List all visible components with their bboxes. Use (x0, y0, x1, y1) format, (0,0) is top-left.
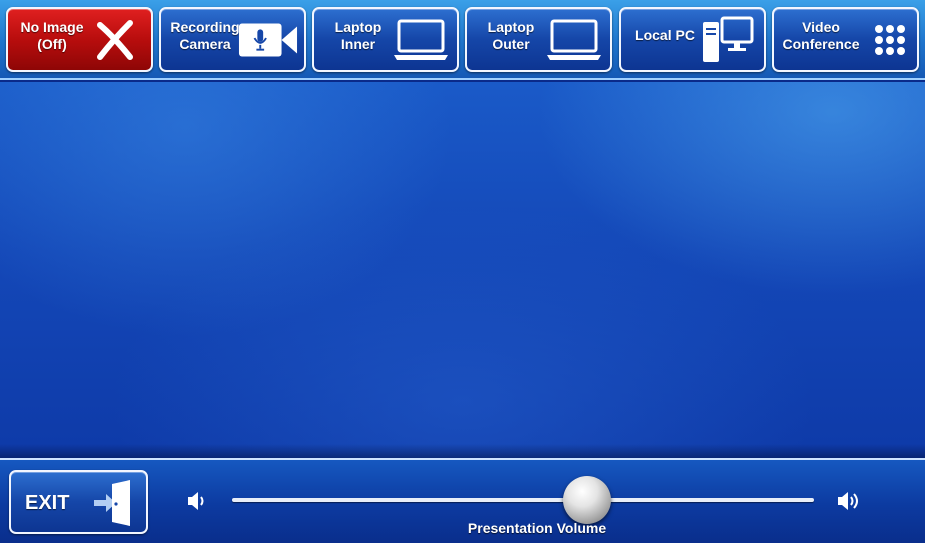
local-pc-button[interactable]: Local PC (619, 7, 766, 72)
no-image-off-label: No Image (Off) (20, 19, 84, 52)
presentation-volume-slider-knob[interactable] (563, 476, 612, 524)
video-camera-icon (238, 15, 298, 65)
exit-door-icon (92, 478, 134, 528)
laptop-outer-button[interactable]: Laptop Outer (465, 7, 612, 72)
video-conference-label: Video Conference (782, 19, 860, 52)
presentation-volume-label: Presentation Volume (467, 520, 607, 536)
recording-camera-label: Recording Camera (170, 19, 240, 52)
laptop-inner-label: Laptop Inner (334, 19, 382, 52)
source-selection-bar: No Image (Off) Recording Camera Laptop I… (0, 0, 925, 80)
exit-button[interactable]: EXIT (9, 470, 148, 534)
laptop-icon (544, 15, 604, 65)
laptop-inner-button[interactable]: Laptop Inner (312, 7, 459, 72)
display-preview-area (0, 82, 925, 458)
presentation-volume-slider-track[interactable] (232, 498, 814, 502)
speaker-low-icon[interactable] (186, 490, 212, 512)
bottom-control-bar: EXIT Presentation Volume (0, 458, 925, 543)
local-pc-label: Local PC (635, 27, 695, 43)
exit-label: EXIT (25, 492, 70, 514)
recording-camera-button[interactable]: Recording Camera (159, 7, 306, 72)
keypad-icon (865, 15, 915, 65)
laptop-icon (391, 15, 451, 65)
video-conference-button[interactable]: Video Conference (772, 7, 919, 72)
x-mark-icon (85, 15, 145, 65)
laptop-outer-label: Laptop Outer (487, 19, 535, 52)
desktop-pc-icon (698, 15, 758, 65)
no-image-off-button[interactable]: No Image (Off) (6, 7, 153, 72)
speaker-high-icon[interactable] (836, 490, 862, 512)
